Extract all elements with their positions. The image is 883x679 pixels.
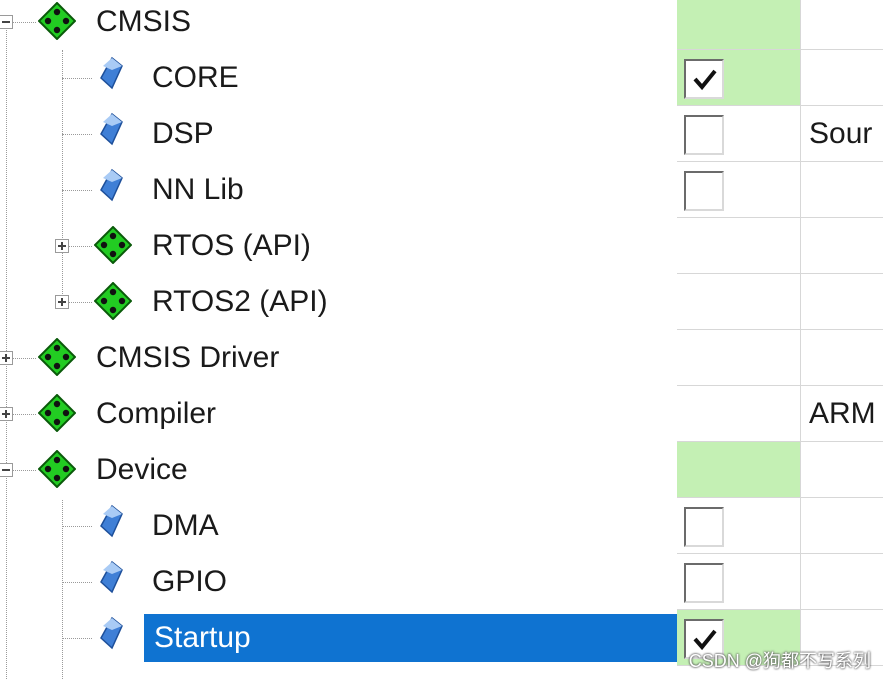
blue-component-icon: [100, 112, 123, 146]
selection-cell: [677, 442, 801, 498]
tree-row[interactable]: RTOS2 (API): [0, 274, 677, 330]
tree-row[interactable]: NN Lib: [0, 162, 677, 218]
tree-item-label[interactable]: DSP: [152, 110, 214, 158]
blue-component-icon: [100, 168, 123, 202]
variant-cell: [801, 274, 883, 330]
blue-component-icon: [100, 504, 123, 538]
tree-connector-line: [62, 134, 92, 135]
select-checkbox[interactable]: [684, 563, 724, 603]
variant-cell: [801, 330, 883, 386]
tree-row[interactable]: Device: [0, 442, 677, 498]
tree-connector-line: [62, 526, 92, 527]
variant-cell: Sour: [801, 106, 883, 162]
tree-row[interactable]: Startup: [0, 610, 677, 666]
tree-item-label[interactable]: Compiler: [96, 390, 216, 438]
variant-cell: [801, 554, 883, 610]
tree-item-label[interactable]: NN Lib: [152, 166, 244, 214]
selection-cell: [677, 0, 801, 50]
variant-cell: [801, 218, 883, 274]
select-checkbox[interactable]: [684, 59, 724, 99]
plus-icon[interactable]: [0, 351, 13, 365]
variant-cell: [801, 50, 883, 106]
selection-grid: Sour ARM: [677, 0, 883, 679]
tree-connector-line: [62, 78, 92, 79]
selection-cell[interactable]: [677, 50, 801, 106]
selection-cell[interactable]: [677, 162, 801, 218]
tree-item-label[interactable]: CMSIS: [96, 0, 191, 46]
tree-item-label[interactable]: RTOS (API): [152, 222, 311, 270]
select-checkbox[interactable]: [684, 507, 724, 547]
variant-cell: [801, 162, 883, 218]
tree-row[interactable]: GPIO: [0, 554, 677, 610]
tree-row[interactable]: DMA: [0, 498, 677, 554]
variant-text: ARM: [809, 397, 876, 430]
variant-cell: [801, 0, 883, 50]
tree-connector-line: [62, 582, 92, 583]
selection-cell: [677, 218, 801, 274]
selection-cell: [677, 330, 801, 386]
selection-cell[interactable]: [677, 554, 801, 610]
variant-cell: ARM: [801, 386, 883, 442]
green-diamond-icon: [38, 394, 76, 432]
blue-component-icon: [100, 56, 123, 90]
checkmark-icon: [693, 69, 717, 91]
blue-component-icon: [100, 560, 123, 594]
tree-item-label[interactable]: CORE: [152, 54, 239, 102]
green-diamond-icon: [38, 2, 76, 40]
plus-icon[interactable]: [55, 239, 69, 253]
minus-icon[interactable]: [0, 15, 13, 29]
variant-text: Sour: [809, 117, 873, 150]
green-diamond-icon: [94, 226, 132, 264]
minus-icon[interactable]: [0, 463, 13, 477]
tree-row[interactable]: RTOS (API): [0, 218, 677, 274]
tree-item-label-selected[interactable]: Startup: [144, 614, 677, 662]
plus-icon[interactable]: [0, 407, 13, 421]
select-checkbox[interactable]: [684, 171, 724, 211]
tree-item-label[interactable]: CMSIS Driver: [96, 334, 279, 382]
tree-row[interactable]: DSP: [0, 106, 677, 162]
tree-item-label[interactable]: GPIO: [152, 558, 227, 606]
selection-cell[interactable]: [677, 498, 801, 554]
tree-row[interactable]: Compiler: [0, 386, 677, 442]
tree-row[interactable]: CORE: [0, 50, 677, 106]
plus-icon[interactable]: [55, 295, 69, 309]
tree-item-label[interactable]: RTOS2 (API): [152, 278, 328, 326]
tree-item-label[interactable]: DMA: [152, 502, 219, 550]
tree-connector-line: [62, 190, 92, 191]
component-tree: CMSIS CORE DSP NN Lib RTOS (API) RTOS2 (API) C…: [0, 0, 677, 679]
tree-row[interactable]: CMSIS: [0, 0, 677, 50]
select-checkbox[interactable]: [684, 115, 724, 155]
selection-cell: [677, 386, 801, 442]
tree-item-label[interactable]: Device: [96, 446, 188, 494]
blue-component-icon: [100, 616, 123, 650]
tree-row[interactable]: CMSIS Driver: [0, 330, 677, 386]
watermark-text: CSDN @狗都不写系列: [688, 651, 871, 671]
selection-cell: [677, 274, 801, 330]
selection-cell[interactable]: [677, 106, 801, 162]
variant-cell: [801, 442, 883, 498]
green-diamond-icon: [38, 338, 76, 376]
green-diamond-icon: [38, 450, 76, 488]
green-diamond-icon: [94, 282, 132, 320]
variant-cell: [801, 498, 883, 554]
tree-connector-line: [62, 638, 92, 639]
